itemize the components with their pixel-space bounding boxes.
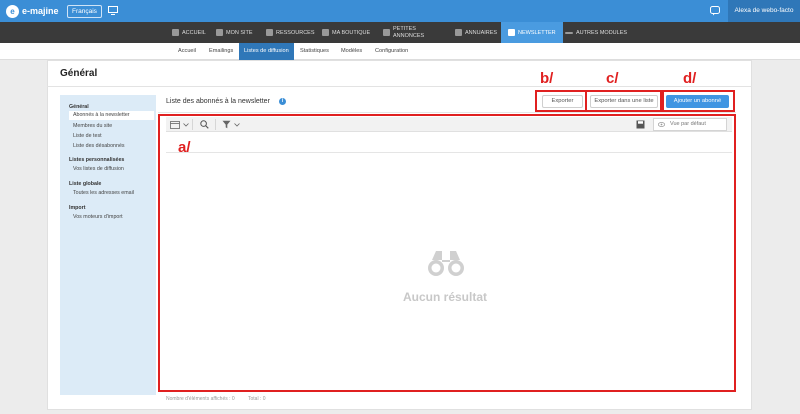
nav-label: NEWSLETTER xyxy=(518,29,556,36)
cloud-icon xyxy=(508,29,515,36)
nav-label: ANNUAIRES xyxy=(465,29,498,36)
language-button[interactable]: Français xyxy=(67,5,102,18)
subnav-modeles[interactable]: Modèles xyxy=(341,43,362,60)
sidebar-item-abonnes[interactable]: Abonnés à la newsletter xyxy=(69,111,154,120)
sidebar-item-moteurs-import[interactable]: Vos moteurs d'import xyxy=(73,214,123,220)
info-icon[interactable]: i xyxy=(279,98,286,105)
main-nav: ACCUEIL MON SITE RESSOURCES MA BOUTIQUE … xyxy=(0,22,800,43)
logo-text: e-majine xyxy=(22,6,59,16)
chat-icon[interactable] xyxy=(710,6,720,16)
subnav-listes-de-diffusion[interactable]: Listes de diffusion xyxy=(239,43,294,60)
nav-annuaires[interactable]: ANNUAIRES xyxy=(455,22,497,43)
nav-mon-site[interactable]: MON SITE xyxy=(216,22,253,43)
annotation-box-d xyxy=(660,90,735,112)
annotation-box-b xyxy=(535,90,587,112)
nav-label: PETITES xyxy=(393,25,416,32)
monitor-icon[interactable] xyxy=(108,6,118,15)
divider xyxy=(47,86,752,87)
ressources-icon xyxy=(266,29,273,36)
sidebar-section-import: Import xyxy=(69,205,86,211)
sidebar-item-desabonnes[interactable]: Liste des désabonnés xyxy=(73,143,125,149)
nav-label: RESSOURCES xyxy=(276,29,315,36)
sidebar xyxy=(60,95,156,395)
dots-icon xyxy=(565,31,573,34)
nav-ma-boutique[interactable]: MA BOUTIQUE xyxy=(322,22,370,43)
annotation-box-c xyxy=(585,90,664,112)
sidebar-section-listes-perso: Listes personnalisées xyxy=(69,157,125,163)
sidebar-item-vos-listes[interactable]: Vos listes de diffusion xyxy=(73,166,124,172)
annotation-label-a: a/ xyxy=(178,139,191,156)
nav-label: MON SITE xyxy=(226,29,253,36)
nav-autres-modules[interactable]: AUTRES MODULES xyxy=(565,22,627,43)
total-count: Total : 0 xyxy=(248,396,266,402)
subnav-statistiques[interactable]: Statistiques xyxy=(300,43,329,60)
nav-petites-annonces[interactable]: PETITES ANNONCES xyxy=(383,22,424,43)
subnav-emailings[interactable]: Emailings xyxy=(209,43,233,60)
subnav-accueil[interactable]: Accueil xyxy=(178,43,196,60)
annotation-label-d: d/ xyxy=(683,70,697,87)
nav-accueil[interactable]: ACCUEIL xyxy=(172,22,206,43)
displayed-count: Nombre d'éléments affichés : 0 xyxy=(166,396,235,402)
sidebar-item-adresses[interactable]: Toutes les adresses email xyxy=(73,190,134,196)
logo-icon: e xyxy=(6,4,19,18)
divider xyxy=(158,112,736,113)
nav-label: ACCUEIL xyxy=(182,29,206,36)
annotation-label-b: b/ xyxy=(540,70,554,87)
monitor-icon xyxy=(216,29,223,36)
sidebar-item-membres[interactable]: Membres du site xyxy=(73,123,112,129)
nav-ressources[interactable]: RESSOURCES xyxy=(266,22,315,43)
sidebar-section-general: Général xyxy=(69,104,89,110)
top-bar: e e-majine Français Alexa de webo-facto xyxy=(0,0,800,22)
nav-label: ANNONCES xyxy=(393,32,425,39)
user-menu[interactable]: Alexa de webo-facto xyxy=(728,0,800,22)
list-title: Liste des abonnés à la newsletter xyxy=(166,98,270,105)
page-title: Général xyxy=(60,68,98,79)
nav-label: AUTRES MODULES xyxy=(576,29,628,36)
annotation-label-c: c/ xyxy=(606,70,619,87)
sidebar-item-liste-test[interactable]: Liste de test xyxy=(73,133,102,139)
subnav-configuration[interactable]: Configuration xyxy=(375,43,408,60)
sidebar-section-liste-globale: Liste globale xyxy=(69,181,102,187)
nav-newsletter[interactable]: NEWSLETTER xyxy=(501,22,563,43)
annuaire-icon xyxy=(455,29,462,36)
basket-icon xyxy=(322,29,329,36)
nav-label: MA BOUTIQUE xyxy=(332,29,371,36)
annotation-box-a xyxy=(158,114,736,392)
grid-icon xyxy=(383,29,390,36)
emajine-logo[interactable]: e e-majine xyxy=(6,4,59,18)
home-icon xyxy=(172,29,179,36)
sub-nav: Accueil Emailings Listes de diffusion St… xyxy=(0,43,800,60)
